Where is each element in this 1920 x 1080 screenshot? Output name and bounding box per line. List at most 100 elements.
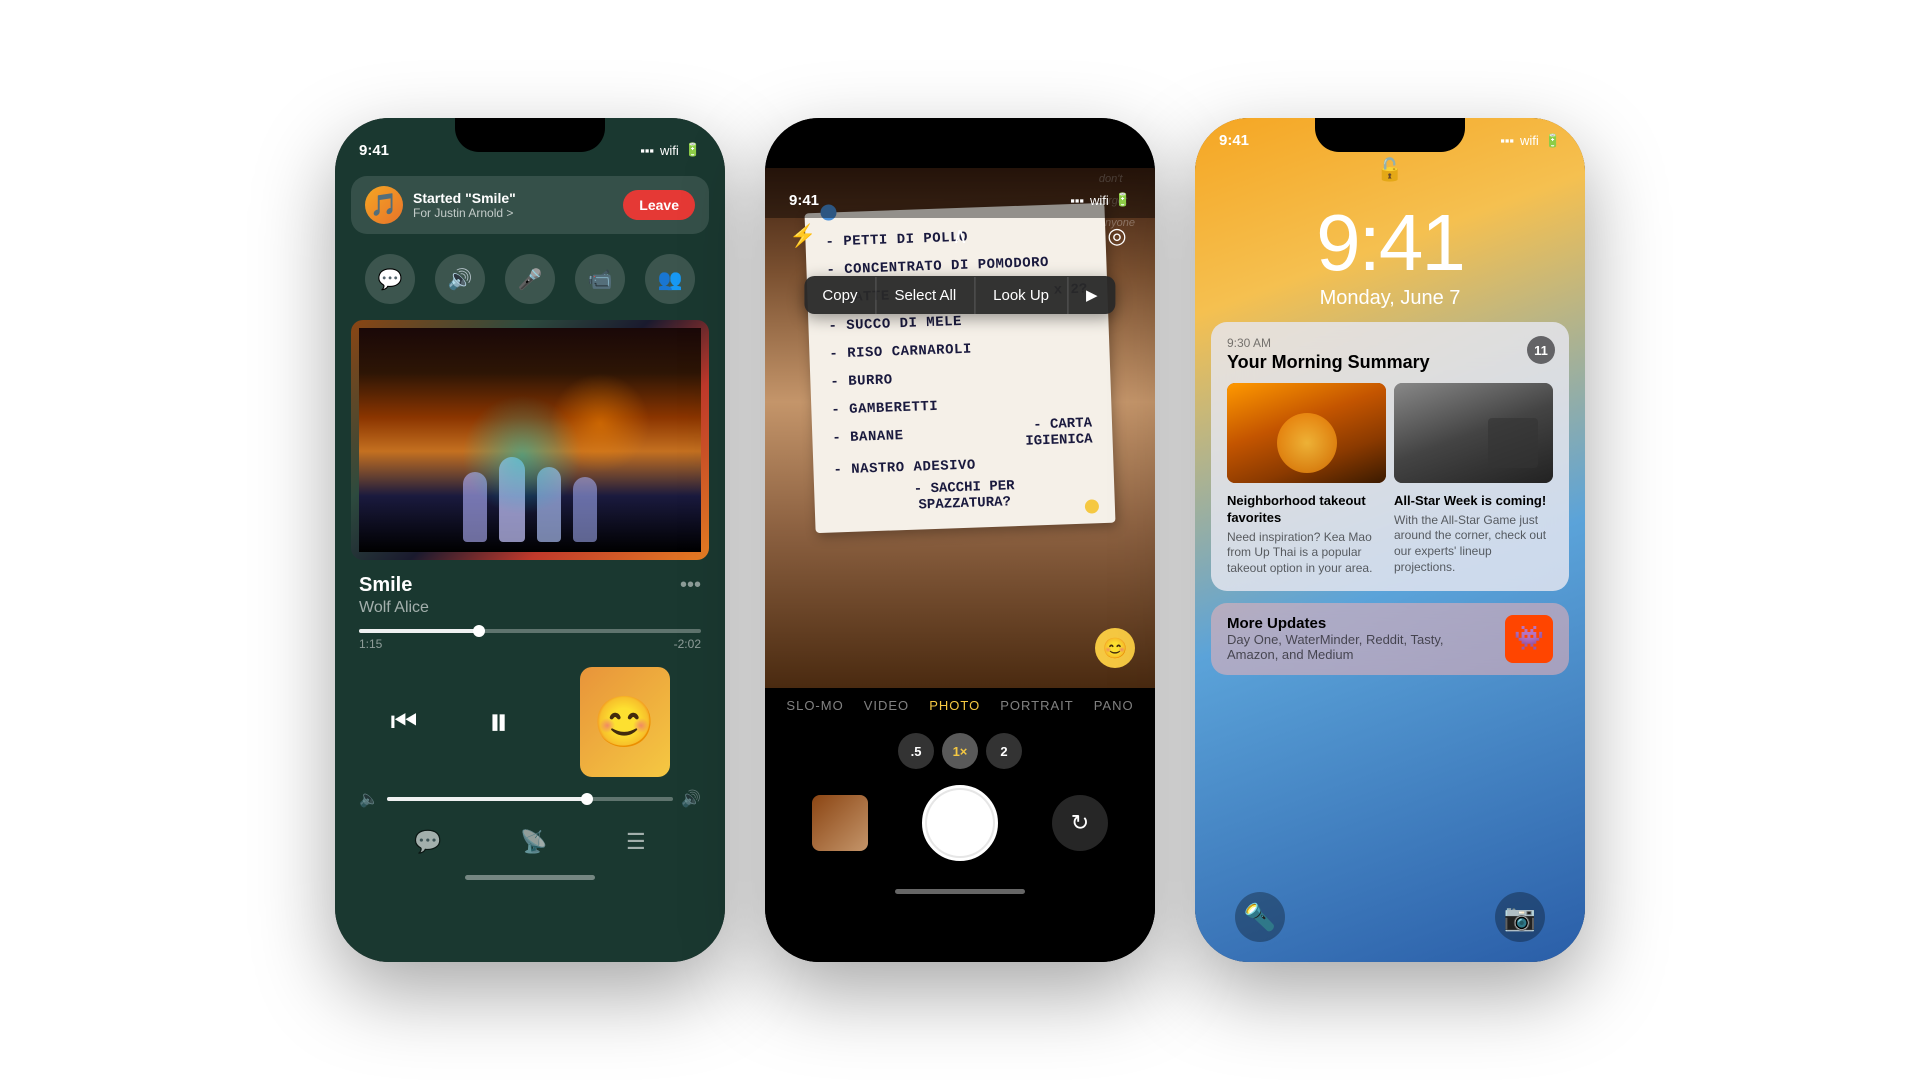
status-time-3: 9:41	[1219, 132, 1249, 149]
shareplay-button[interactable]: 👥	[645, 254, 695, 304]
article-1-desc: Need inspiration? Kea Mao from Up Thai i…	[1227, 530, 1386, 577]
battery-icon: 🔋	[685, 142, 701, 158]
select-all-menu-item[interactable]: Select All	[876, 277, 975, 314]
grocery-item-9: - CARTAIGIENICA	[1025, 415, 1093, 449]
video-icon: 📹	[588, 267, 613, 292]
time-labels: 1:15 -2:02	[359, 637, 701, 651]
facetime-subtitle: For Justin Arnold >	[413, 206, 613, 220]
gallery-thumbnail[interactable]	[812, 795, 868, 851]
phone-2: 9:41 ▪▪▪ wifi 🔋 ⚡ ∧ ◎ Copy Select All Lo…	[765, 118, 1155, 962]
portrait-mode[interactable]: PORTRAIT	[1000, 698, 1074, 713]
facetime-bar[interactable]: 🎵 Started "Smile" For Justin Arnold > Le…	[351, 176, 709, 234]
camera-bottom: .5 1× 2 ↻	[765, 723, 1155, 881]
zoom-controls: .5 1× 2	[765, 733, 1155, 769]
lyrics-button[interactable]: 💬	[414, 829, 441, 855]
more-options-button[interactable]: •••	[680, 574, 701, 597]
facetime-info: Started "Smile" For Justin Arnold >	[413, 190, 613, 220]
status-bar-2: 9:41 ▪▪▪ wifi 🔋	[765, 168, 1155, 218]
airplay-button[interactable]: 📡	[520, 829, 547, 855]
more-updates-card[interactable]: More Updates Day One, WaterMinder, Reddi…	[1211, 603, 1569, 675]
message-icon: 💬	[378, 267, 403, 292]
notch-3	[1315, 118, 1465, 152]
video-button[interactable]: 📹	[575, 254, 625, 304]
playback-controls: ⏮ ⏸ 😊	[335, 659, 725, 785]
slo-mo-mode[interactable]: SLO-MO	[786, 698, 843, 713]
speaker-icon: 🔊	[448, 267, 473, 292]
progress-bar[interactable]: 1:15 -2:02	[335, 621, 725, 659]
live-button[interactable]: ◎	[1099, 218, 1135, 254]
look-up-menu-item[interactable]: Look Up	[975, 277, 1068, 314]
mic-button[interactable]: 🎤	[505, 254, 555, 304]
battery-icon-3: 🔋	[1545, 133, 1561, 149]
speaker-button[interactable]: 🔊	[435, 254, 485, 304]
news-thumb-sports: E	[1394, 383, 1553, 483]
mic-icon: 🎤	[518, 267, 543, 292]
article-1: Neighborhood takeout favorites Need insp…	[1227, 493, 1386, 577]
camera-modes: SLO-MO VIDEO PHOTO PORTRAIT PANO	[765, 688, 1155, 723]
more-updates-desc: Day One, WaterMinder, Reddit, Tasty, Ama…	[1227, 632, 1495, 662]
article-2-headline: All-Star Week is coming!	[1394, 493, 1553, 510]
more-updates-text: More Updates Day One, WaterMinder, Reddi…	[1227, 615, 1495, 662]
shutter-row: ↻	[765, 781, 1155, 871]
battery-icon-2: 🔋	[1115, 192, 1131, 208]
flashlight-button[interactable]: 🔦	[1235, 892, 1285, 942]
live-text-button[interactable]: 😊	[1095, 628, 1135, 668]
status-time-1: 9:41	[359, 142, 389, 159]
volume-high-icon: 🔊	[681, 789, 701, 809]
status-icons-3: ▪▪▪ wifi 🔋	[1500, 133, 1561, 149]
copy-menu-item[interactable]: Copy	[804, 277, 876, 314]
shutter-button[interactable]	[922, 785, 998, 861]
news-thumb-food: Tasty	[1227, 383, 1386, 483]
leave-button[interactable]: Leave	[623, 190, 695, 220]
news-images: Tasty E	[1227, 383, 1553, 483]
rewind-button[interactable]: ⏮	[391, 705, 418, 739]
pause-button[interactable]: ⏸	[489, 700, 509, 745]
flip-camera-button[interactable]: ↻	[1052, 795, 1108, 851]
camera-lock-button[interactable]: 📷	[1495, 892, 1545, 942]
time-current: 1:15	[359, 637, 382, 651]
facetime-title: Started "Smile"	[413, 190, 613, 206]
news-text-grid: Neighborhood takeout favorites Need insp…	[1227, 493, 1553, 577]
photo-mode[interactable]: PHOTO	[929, 698, 980, 713]
more-menu-button[interactable]: ▶	[1068, 276, 1116, 314]
notif-title: Your Morning Summary	[1227, 352, 1553, 373]
article-2: All-Star Week is coming! With the All-St…	[1394, 493, 1553, 577]
zoom-2x-button[interactable]: 2	[986, 733, 1022, 769]
wifi-icon-2: wifi	[1090, 193, 1109, 208]
flip-icon: ↻	[1071, 810, 1089, 836]
article-2-desc: With the All-Star Game just around the c…	[1394, 513, 1553, 575]
home-indicator-2	[765, 881, 1155, 902]
album-art	[351, 320, 709, 560]
camera-lock-icon: 📷	[1504, 902, 1536, 933]
queue-button[interactable]: ☰	[626, 829, 646, 855]
volume-low-icon: 🔈	[359, 789, 379, 809]
signal-icon: ▪▪▪	[640, 143, 654, 158]
zoom-05-button[interactable]: .5	[898, 733, 934, 769]
volume-track[interactable]	[387, 797, 673, 801]
facetime-avatar: 🎵	[365, 186, 403, 224]
pano-mode[interactable]: PANO	[1094, 698, 1134, 713]
message-button[interactable]: 💬	[365, 254, 415, 304]
grocery-item-8: - BANANE	[832, 422, 904, 456]
status-icons-1: ▪▪▪ wifi 🔋	[640, 142, 701, 158]
zoom-1x-button[interactable]: 1×	[942, 733, 978, 769]
time-remaining: -2:02	[674, 637, 701, 651]
signal-icon-3: ▪▪▪	[1500, 133, 1514, 148]
notif-time: 9:30 AM	[1227, 336, 1553, 350]
status-icons-2: ▪▪▪ wifi 🔋	[1070, 192, 1131, 208]
flash-button[interactable]: ⚡	[785, 218, 821, 254]
shareplay-icon: 👥	[658, 267, 683, 292]
volume-row: 🔈 🔊	[335, 785, 725, 817]
notif-badge: 11	[1527, 336, 1555, 364]
notification-card[interactable]: 9:30 AM Your Morning Summary 11 Tasty	[1211, 322, 1569, 591]
wifi-icon: wifi	[660, 143, 679, 158]
video-mode[interactable]: VIDEO	[864, 698, 909, 713]
song-info: Smile Wolf Alice	[335, 564, 725, 621]
reddit-icon: 👾	[1505, 615, 1553, 663]
status-time-2: 9:41	[789, 192, 819, 209]
facetime-preview[interactable]: 😊	[580, 667, 670, 777]
chevron-up-icon[interactable]: ∧	[942, 218, 978, 254]
more-updates-title: More Updates	[1227, 615, 1495, 632]
bottom-controls: 💬 📡 ☰	[335, 817, 725, 867]
song-title: Smile	[359, 574, 701, 597]
